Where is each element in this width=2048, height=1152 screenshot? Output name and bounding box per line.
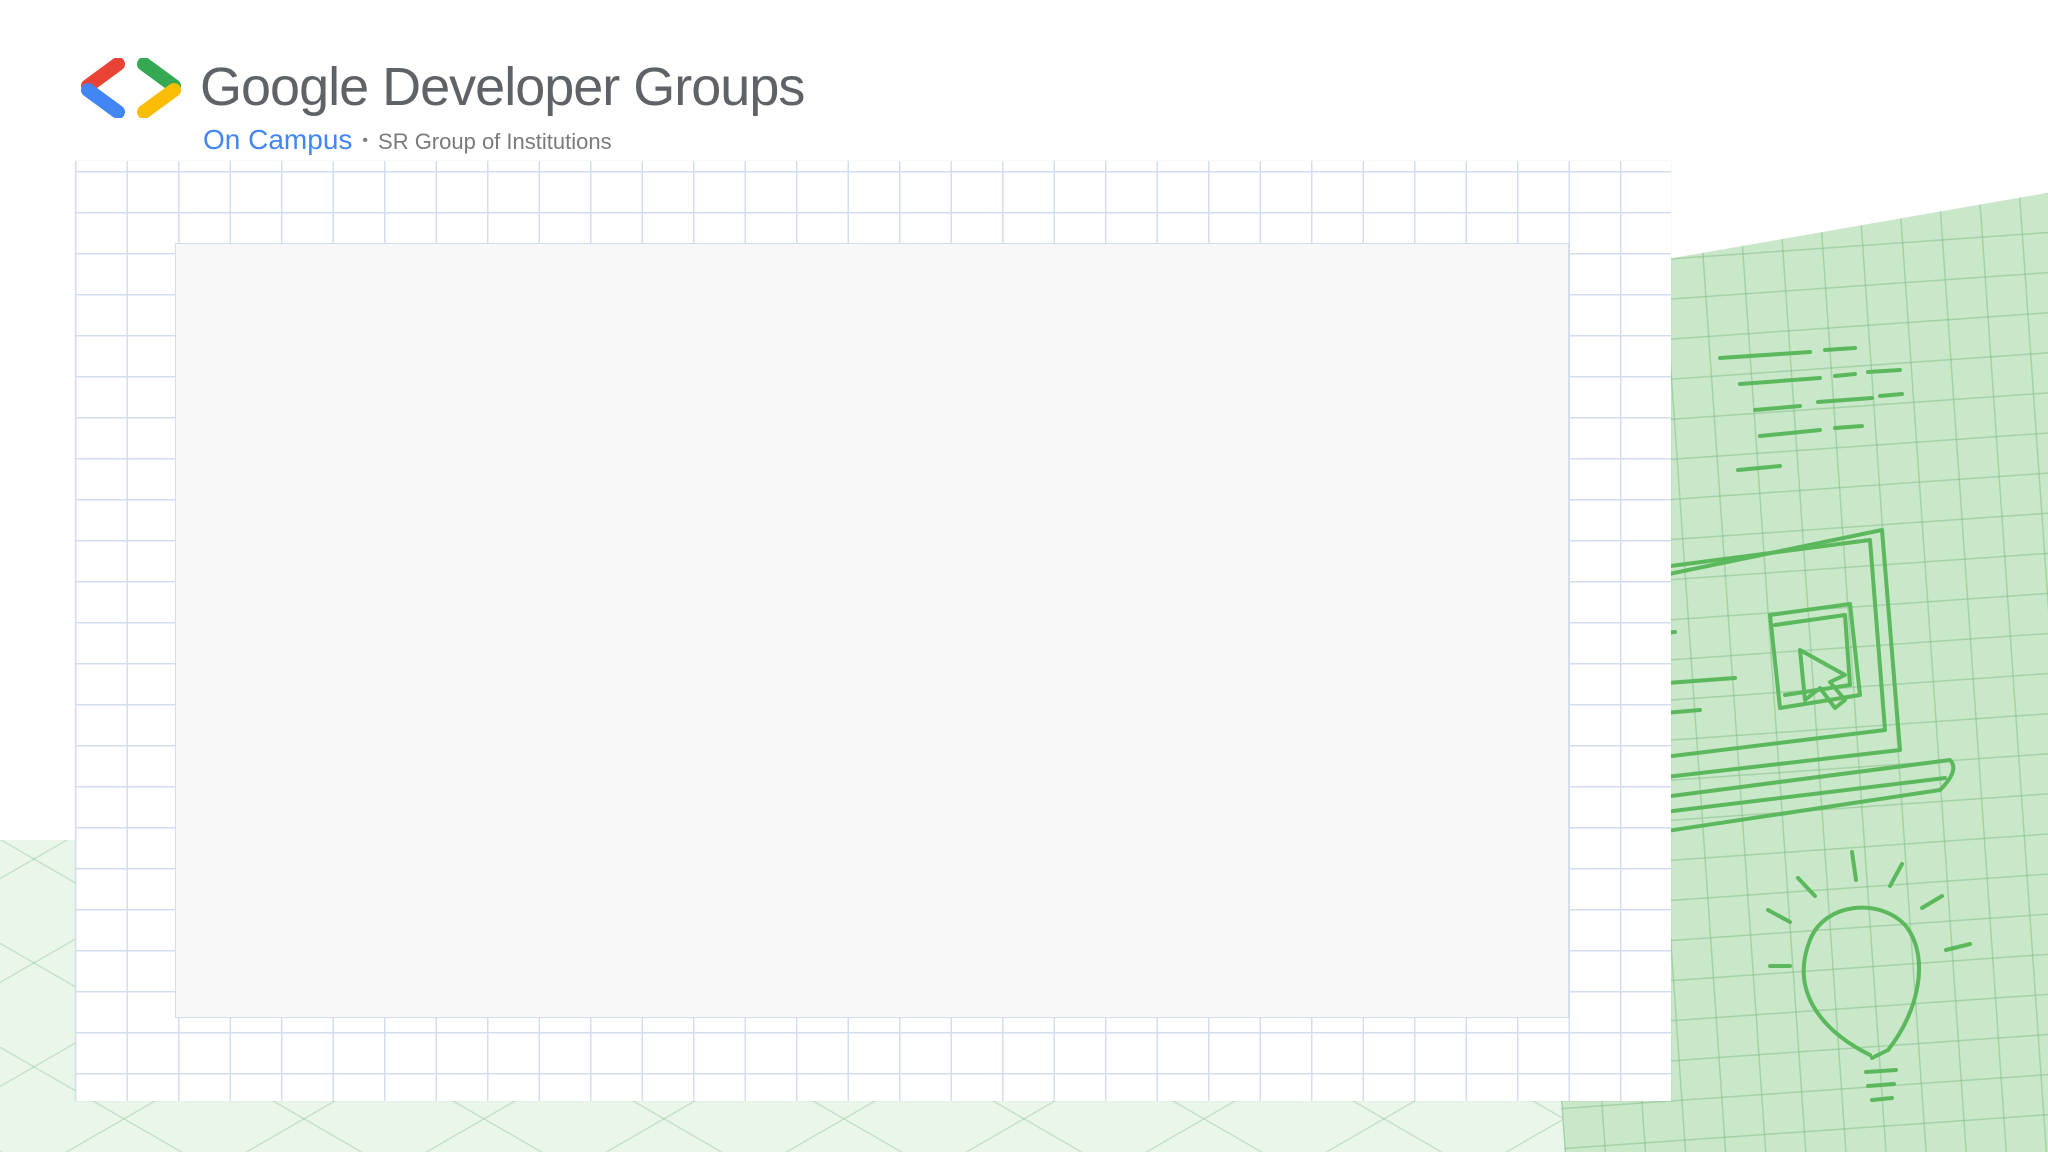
slide-canvas: Google Developer Groups On Campus • SR G… xyxy=(0,0,2048,1152)
gdg-brackets-logo-icon xyxy=(81,58,181,118)
grid-paper-frame xyxy=(75,161,1671,1101)
text-lines-sketch-icon xyxy=(1718,346,1904,472)
doodle-sketches xyxy=(1640,330,1972,1102)
content-area xyxy=(175,243,1569,1018)
subtitle-separator: • xyxy=(362,132,369,149)
gdg-logo: Google Developer Groups On Campus • SR G… xyxy=(78,57,805,168)
brand-subtitle: On Campus • SR Group of Institutions xyxy=(203,124,612,156)
subtitle-institution: SR Group of Institutions xyxy=(378,129,612,154)
brand-title: Google Developer Groups xyxy=(200,57,805,117)
lightbulb-sketch-icon xyxy=(1766,850,1972,1102)
subtitle-campus: On Campus xyxy=(203,124,353,155)
